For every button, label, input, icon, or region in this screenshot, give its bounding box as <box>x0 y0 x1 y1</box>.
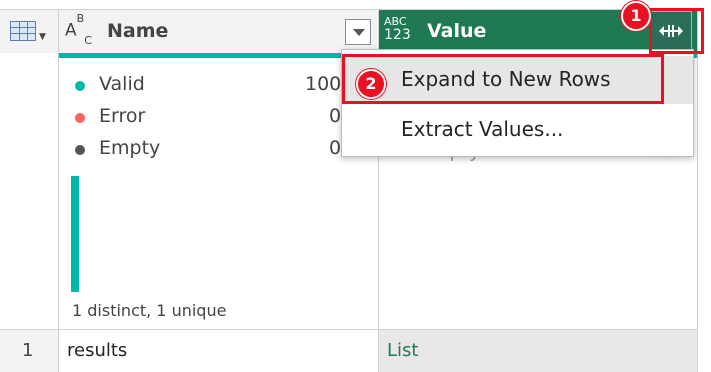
error-dot-icon <box>75 113 85 123</box>
table-icon <box>10 21 36 41</box>
chevron-down-icon: ▼ <box>39 32 46 42</box>
column-title-value: Value <box>427 20 487 42</box>
valid-label: Valid <box>99 73 145 95</box>
abc-text-type-icon[interactable]: ABC <box>65 12 92 47</box>
callout-badge-1: 1 <box>621 1 651 31</box>
valid-dot-icon <box>75 81 85 91</box>
empty-dot-icon <box>75 145 85 155</box>
name-quality-bar <box>59 53 377 58</box>
table-menu-button[interactable]: ▼ <box>0 9 58 53</box>
error-label: Error <box>99 105 146 127</box>
highlight-expand-to-new-rows <box>342 54 664 104</box>
column-title-name: Name <box>107 20 169 42</box>
error-percent: 0 <box>329 105 342 127</box>
table-cell-value[interactable]: List <box>379 330 697 372</box>
row-number[interactable]: 1 <box>0 330 58 372</box>
distinct-summary: 1 distinct, 1 unique <box>72 301 227 320</box>
callout-badge-2: 2 <box>356 69 386 99</box>
distribution-bar <box>71 176 79 292</box>
highlight-expand-button <box>649 8 704 54</box>
valid-percent: 100 <box>305 73 342 95</box>
column-header-name[interactable]: ABC Name <box>59 9 377 53</box>
any-type-icon[interactable]: ABC 123 <box>384 16 411 43</box>
table-cell-name[interactable]: results <box>59 330 378 372</box>
menu-item-extract-values[interactable]: Extract Values... <box>342 106 693 154</box>
empty-label: Empty <box>99 137 161 159</box>
filter-dropdown-button[interactable] <box>345 19 371 45</box>
